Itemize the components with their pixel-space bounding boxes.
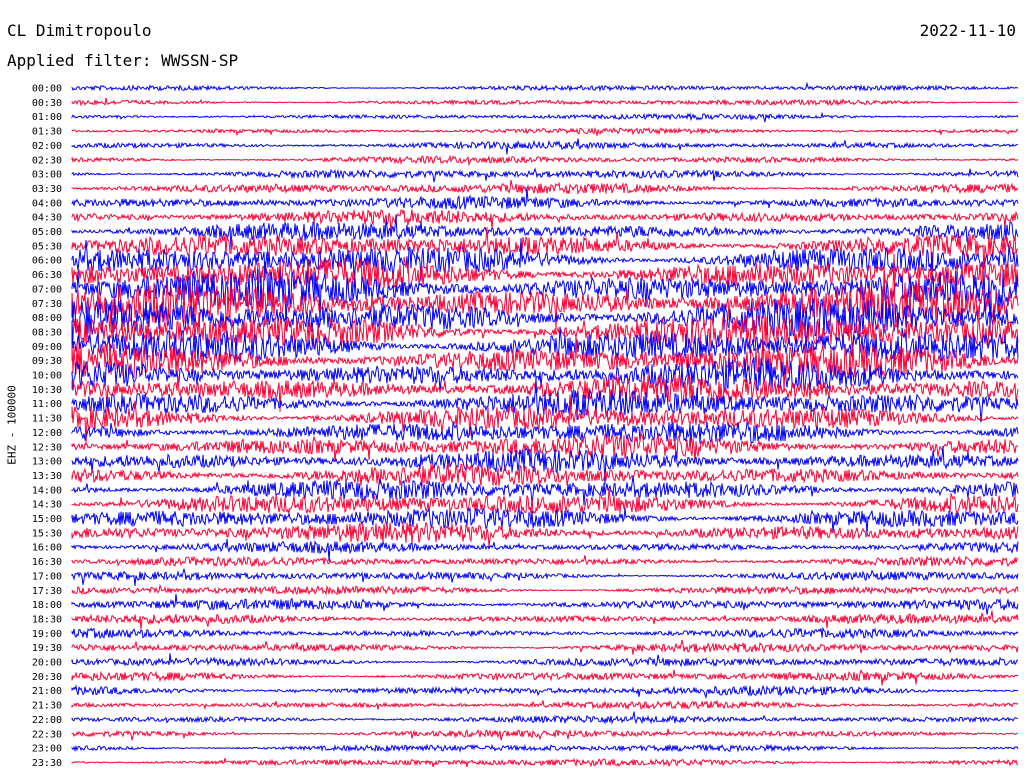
trace-row bbox=[71, 669, 1019, 686]
trace-row bbox=[71, 179, 1019, 196]
row-time-label: 08:00 bbox=[32, 313, 62, 324]
trace-row bbox=[71, 81, 1019, 93]
trace-row bbox=[71, 538, 1019, 562]
trace-row bbox=[71, 626, 1019, 640]
row-time-label: 23:00 bbox=[32, 744, 62, 755]
trace-row bbox=[71, 728, 1019, 741]
trace-row bbox=[71, 699, 1019, 711]
row-time-label: 12:30 bbox=[32, 442, 62, 453]
trace-row bbox=[71, 610, 1019, 630]
trace-row bbox=[71, 154, 1019, 167]
trace-row bbox=[71, 653, 1018, 668]
row-time-label: 21:30 bbox=[32, 701, 62, 712]
trace-row bbox=[71, 167, 1019, 183]
trace-row bbox=[71, 757, 1019, 768]
row-time-label: 03:00 bbox=[32, 170, 62, 181]
row-time-label: 18:30 bbox=[32, 614, 62, 625]
trace-row bbox=[71, 420, 1019, 444]
trace-row bbox=[71, 111, 1019, 123]
row-time-label: 01:30 bbox=[32, 127, 62, 138]
row-time-label: 00:30 bbox=[32, 98, 62, 109]
trace-row bbox=[71, 555, 1019, 568]
row-time-label: 04:00 bbox=[32, 198, 62, 209]
trace-row bbox=[71, 711, 1019, 725]
row-time-label: 02:00 bbox=[32, 141, 62, 152]
trace-row bbox=[71, 639, 1019, 655]
row-time-label: 01:00 bbox=[32, 112, 62, 123]
row-time-label: 00:00 bbox=[32, 84, 62, 95]
row-time-label: 16:00 bbox=[32, 543, 62, 554]
row-time-label: 10:00 bbox=[32, 371, 62, 382]
row-time-label: 02:30 bbox=[32, 155, 62, 166]
trace-row bbox=[71, 743, 1019, 753]
trace-row bbox=[71, 583, 1019, 596]
row-time-label: 11:30 bbox=[32, 414, 62, 425]
row-time-label: 23:30 bbox=[32, 758, 62, 769]
row-time-label: 17:30 bbox=[32, 586, 62, 597]
row-time-label: 15:30 bbox=[32, 528, 62, 539]
seismogram-plot: 00:00 00:30 01:00 01:30 02:00 02:30 03:00 03:30… bbox=[32, 81, 1019, 769]
row-time-label: 11:00 bbox=[32, 399, 62, 410]
row-time-label: 20:00 bbox=[32, 658, 62, 669]
row-time-label: 22:00 bbox=[32, 715, 62, 726]
row-time-label: 10:30 bbox=[32, 385, 62, 396]
trace-row bbox=[71, 568, 1019, 586]
trace-row bbox=[71, 684, 1019, 700]
row-time-label: 06:00 bbox=[32, 256, 62, 267]
row-time-label: 09:30 bbox=[32, 356, 62, 367]
row-time-label: 20:30 bbox=[32, 672, 62, 683]
trace-row bbox=[71, 593, 1019, 615]
trace-row bbox=[71, 521, 1019, 547]
row-time-label: 19:30 bbox=[32, 643, 62, 654]
trace-row bbox=[71, 126, 1019, 137]
row-time-label: 07:30 bbox=[32, 299, 62, 310]
row-time-label: 06:30 bbox=[32, 270, 62, 281]
row-time-label: 09:00 bbox=[32, 342, 62, 353]
row-time-label: 19:00 bbox=[32, 629, 62, 640]
row-time-label: 13:00 bbox=[32, 457, 62, 468]
trace-row bbox=[71, 97, 1019, 107]
row-time-label: 03:30 bbox=[32, 184, 62, 195]
row-time-label: 05:00 bbox=[32, 227, 62, 238]
trace-row bbox=[71, 138, 1019, 155]
trace-row bbox=[71, 462, 1019, 487]
row-time-label: 22:30 bbox=[32, 729, 62, 740]
row-time-label: 17:00 bbox=[32, 571, 62, 582]
row-time-label: 21:00 bbox=[32, 686, 62, 697]
row-time-label: 04:30 bbox=[32, 213, 62, 224]
row-time-label: 12:00 bbox=[32, 428, 62, 439]
row-time-label: 13:30 bbox=[32, 471, 62, 482]
row-time-label: 14:00 bbox=[32, 485, 62, 496]
row-time-label: 15:00 bbox=[32, 514, 62, 525]
row-time-label: 14:30 bbox=[32, 500, 62, 511]
row-time-label: 07:00 bbox=[32, 284, 62, 295]
row-time-label: 05:30 bbox=[32, 241, 62, 252]
trace-row bbox=[71, 187, 1019, 211]
row-time-label: 18:00 bbox=[32, 600, 62, 611]
row-time-label: 08:30 bbox=[32, 327, 62, 338]
row-time-label: 16:30 bbox=[32, 557, 62, 568]
